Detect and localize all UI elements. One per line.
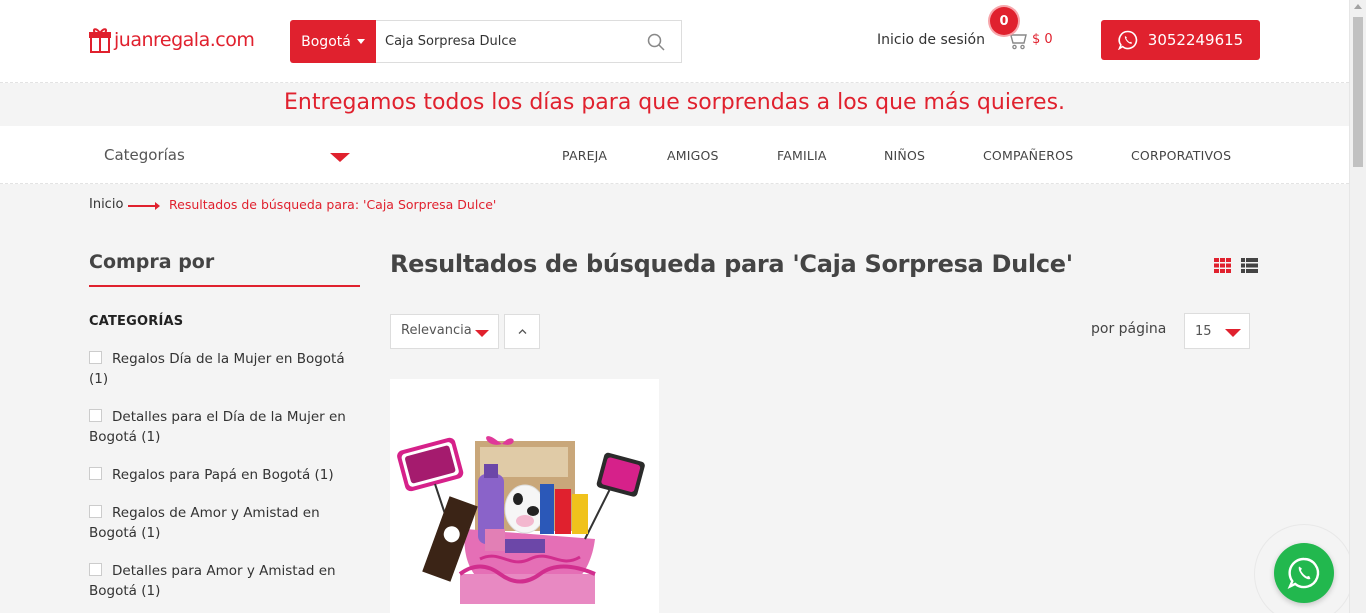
sort-direction-button[interactable]: [504, 314, 540, 349]
breadcrumb-home[interactable]: Inicio: [89, 197, 123, 212]
site-logo[interactable]: juanregala.com: [89, 25, 255, 55]
sidebar-heading: CATEGORÍAS: [89, 314, 184, 329]
page-scrollbar[interactable]: [1349, 0, 1366, 613]
grid-view-icon[interactable]: [1214, 258, 1231, 273]
city-selector-button[interactable]: Bogotá: [290, 20, 376, 63]
gift-logo-icon: [89, 28, 111, 53]
breadcrumb-current: Resultados de búsqueda para: 'Caja Sorpr…: [169, 197, 497, 212]
search-icon[interactable]: [647, 33, 665, 51]
brand-name: juanregala.com: [114, 29, 255, 51]
whatsapp-phone-button[interactable]: 3052249615: [1101, 20, 1260, 60]
whatsapp-icon: [1287, 557, 1320, 590]
nav-item-amigos[interactable]: AMIGOS: [667, 148, 719, 163]
site-header: juanregala.com Bogotá Inicio de sesión 0…: [0, 0, 1349, 83]
filter-count: (1): [141, 428, 161, 445]
filter-label: Regalos Día de la Mujer en Bogotá: [112, 351, 345, 367]
filter-label: Detalles para Amor y Amistad en Bogotá: [89, 563, 336, 599]
filter-item[interactable]: Detalles para Amor y Amistad en Bogotá (…: [89, 562, 364, 601]
scrollbar-thumb[interactable]: [1353, 17, 1363, 167]
chevron-down-icon: [356, 39, 365, 44]
whatsapp-float-button[interactable]: [1274, 543, 1334, 603]
product-card[interactable]: [390, 379, 659, 613]
nav-item-ninos[interactable]: NIÑOS: [884, 148, 925, 163]
filter-checkbox[interactable]: [89, 409, 102, 422]
nav-item-corporativos[interactable]: CORPORATIVOS: [1131, 148, 1231, 163]
promo-banner: Entregamos todos los días para que sorpr…: [283, 90, 1066, 115]
filter-checkbox[interactable]: [89, 563, 102, 576]
results-title: Resultados de búsqueda para 'Caja Sorpre…: [390, 250, 1073, 278]
filter-item[interactable]: Regalos para Papá en Bogotá (1): [89, 466, 364, 486]
city-label: Bogotá: [301, 33, 351, 50]
sidebar-title: Compra por: [89, 251, 215, 273]
filter-count: (1): [141, 582, 161, 599]
chevron-down-icon[interactable]: [330, 153, 350, 162]
search-input[interactable]: [376, 21, 626, 62]
nav-item-familia[interactable]: FAMILIA: [777, 148, 827, 163]
chevron-down-icon: [1225, 329, 1241, 337]
main-nav: Categorías PAREJA AMIGOS FAMILIA NIÑOS C…: [0, 126, 1349, 184]
sort-select[interactable]: Relevancia: [390, 314, 499, 349]
login-link[interactable]: Inicio de sesión: [877, 32, 985, 48]
filter-label: Regalos para Papá en Bogotá: [112, 467, 311, 483]
categories-dropdown[interactable]: Categorías: [104, 146, 185, 164]
search-box: [376, 20, 682, 63]
chevron-up-icon: [518, 329, 527, 334]
per-page-label: por página: [1091, 321, 1167, 337]
nav-item-companeros[interactable]: COMPAÑEROS: [983, 148, 1073, 163]
product-image[interactable]: [390, 379, 659, 613]
scroll-up-icon[interactable]: [1354, 4, 1362, 9]
filter-checkbox[interactable]: [89, 505, 102, 518]
nav-item-pareja[interactable]: PAREJA: [562, 148, 607, 163]
filter-checkbox[interactable]: [89, 351, 102, 364]
filter-item[interactable]: Detalles para el Día de la Mujer en Bogo…: [89, 408, 364, 447]
per-page-value: 15: [1195, 324, 1212, 339]
filter-count: (1): [314, 467, 334, 483]
filter-count: (1): [141, 524, 161, 541]
filter-count: (1): [89, 370, 109, 387]
filter-item[interactable]: Regalos Día de la Mujer en Bogotá (1): [89, 350, 364, 389]
per-page-select[interactable]: 15: [1184, 313, 1250, 349]
filter-label: Regalos de Amor y Amistad en Bogotá: [89, 505, 320, 541]
chevron-down-icon: [475, 330, 489, 337]
divider: [89, 285, 360, 287]
cart-count-badge: 0: [990, 7, 1018, 35]
arrow-right-icon: [128, 202, 160, 210]
cart-total[interactable]: $ 0: [1032, 32, 1053, 47]
whatsapp-icon: [1117, 30, 1138, 50]
filter-checkbox[interactable]: [89, 467, 102, 480]
sort-value: Relevancia: [401, 323, 472, 338]
filter-label: Detalles para el Día de la Mujer en Bogo…: [89, 409, 346, 445]
list-view-icon[interactable]: [1241, 258, 1258, 273]
filter-item[interactable]: Regalos de Amor y Amistad en Bogotá (1): [89, 504, 364, 543]
phone-number: 3052249615: [1147, 31, 1244, 49]
